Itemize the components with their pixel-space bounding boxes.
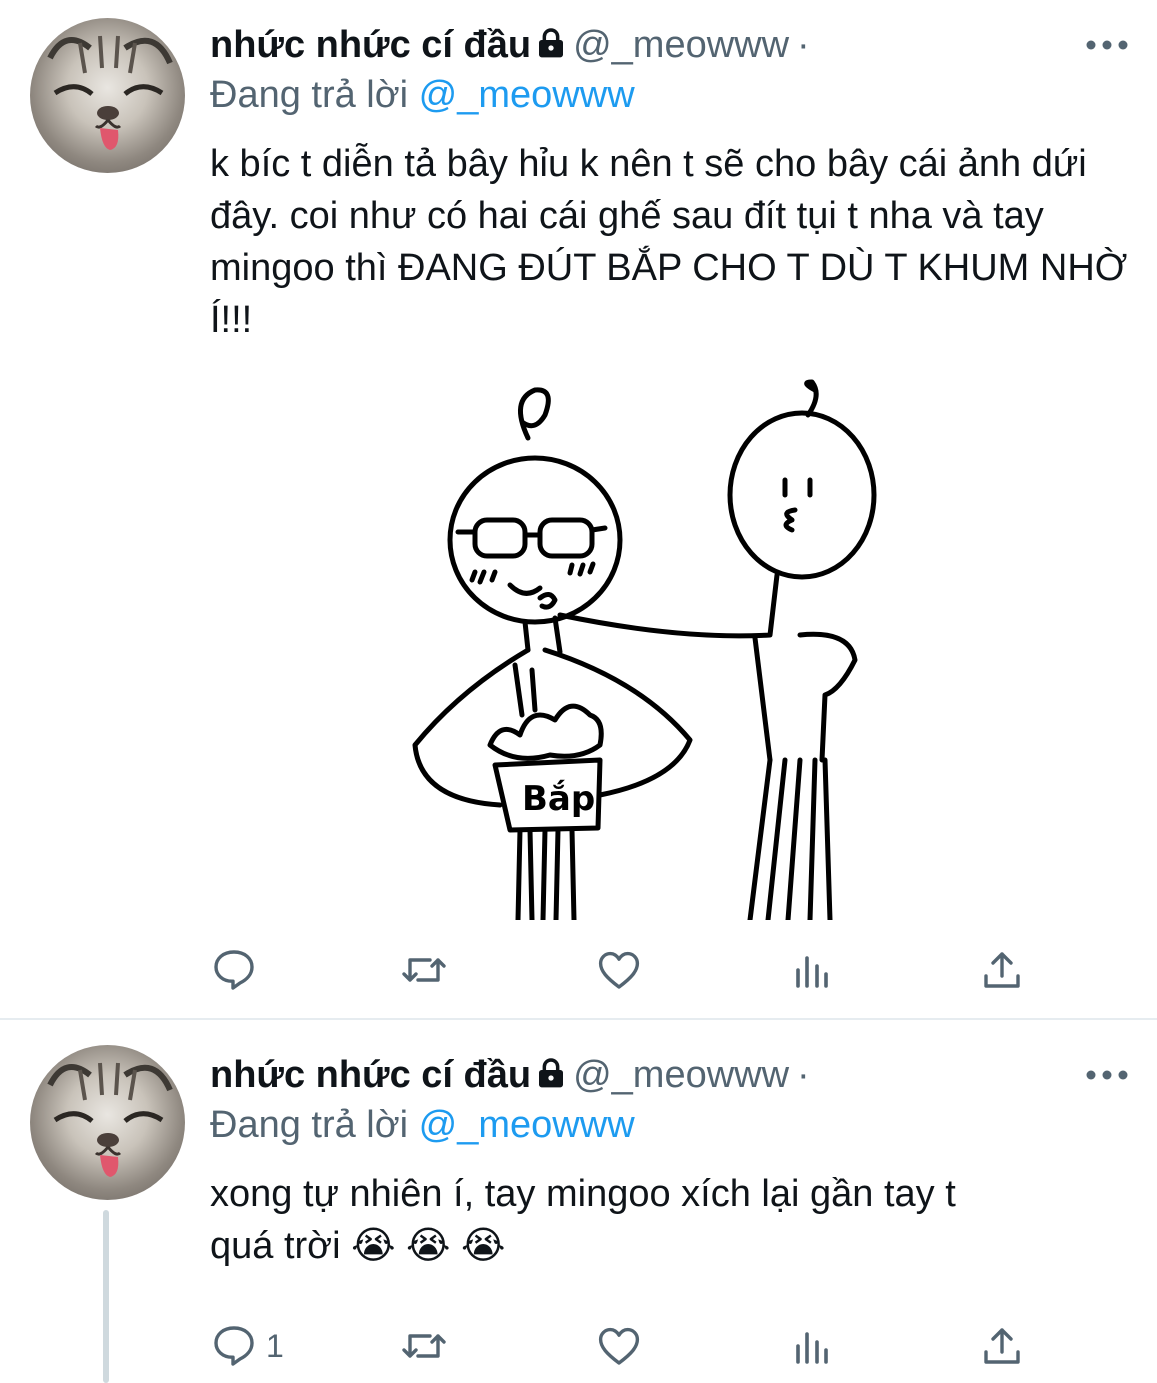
reply-icon — [214, 950, 254, 990]
popcorn-label: Bắp — [522, 779, 595, 819]
tweet-header: nhức nhức cí đầu @_meowww · — [210, 22, 810, 68]
avatar[interactable] — [30, 18, 185, 173]
like-icon — [598, 951, 640, 989]
tweet-text: k bíc t diễn tả bây hỉu k nên t sẽ cho b… — [210, 143, 1138, 341]
tweet[interactable]: nhức nhức cí đầu @_meowww · Đang trả lời @… — [0, 1020, 1157, 1383]
retweet-button[interactable] — [400, 1316, 456, 1376]
more-icon[interactable] — [1085, 35, 1129, 55]
more-icon[interactable] — [1085, 1065, 1129, 1085]
display-name[interactable]: nhức nhức cí đầu — [210, 24, 531, 66]
retweet-button[interactable] — [400, 940, 456, 1000]
retweet-icon — [402, 1334, 446, 1358]
replying-to: Đang trả lời @_meowww — [210, 1102, 635, 1148]
analytics-button[interactable] — [788, 940, 844, 1000]
analytics-icon — [796, 1332, 828, 1364]
cat-avatar-image — [47, 1062, 173, 1177]
display-name[interactable]: nhức nhức cí đầu — [210, 1054, 531, 1096]
tweet-text: xong tự nhiên í, tay mingoo xích lại gần… — [210, 1173, 956, 1267]
separator-dot: · — [797, 1054, 810, 1096]
handle[interactable]: @_meowww — [573, 1054, 789, 1096]
retweet-icon — [402, 958, 446, 982]
reply-button[interactable]: 1 — [210, 1316, 284, 1376]
share-icon — [984, 952, 1020, 988]
tweet[interactable]: nhức nhức cí đầu @_meowww · Đang trả lời @… — [0, 0, 1157, 1018]
lock-icon — [539, 1058, 564, 1088]
analytics-button[interactable] — [788, 1316, 844, 1376]
separator-dot: · — [797, 24, 810, 66]
reply-count: 1 — [266, 1327, 284, 1364]
replying-to-label: Đang trả lời — [210, 74, 409, 116]
avatar[interactable] — [30, 1045, 185, 1200]
mention-link[interactable]: @_meowww — [419, 1104, 635, 1146]
reply-icon — [214, 1326, 254, 1366]
like-button[interactable] — [595, 940, 651, 1000]
like-icon — [598, 1327, 640, 1365]
cat-avatar-image — [47, 35, 173, 150]
tweet-actions — [210, 940, 1050, 1000]
replying-to-label: Đang trả lời — [210, 1104, 409, 1146]
share-button[interactable] — [978, 1316, 1034, 1376]
like-button[interactable] — [595, 1316, 651, 1376]
reply-button[interactable] — [210, 940, 266, 1000]
analytics-icon — [796, 956, 828, 988]
share-button[interactable] — [978, 940, 1034, 1000]
lock-icon — [539, 28, 564, 58]
tweet-image[interactable]: Bắp — [210, 360, 1140, 920]
share-icon — [984, 1328, 1020, 1364]
tweet-header: nhức nhức cí đầu @_meowww · — [210, 1052, 810, 1098]
tweet-actions: 1 — [210, 1316, 1050, 1376]
mention-link[interactable]: @_meowww — [419, 74, 635, 116]
handle[interactable]: @_meowww — [573, 24, 789, 66]
replying-to: Đang trả lời @_meowww — [210, 72, 635, 118]
stick-figure-drawing: Bắp — [412, 379, 877, 920]
